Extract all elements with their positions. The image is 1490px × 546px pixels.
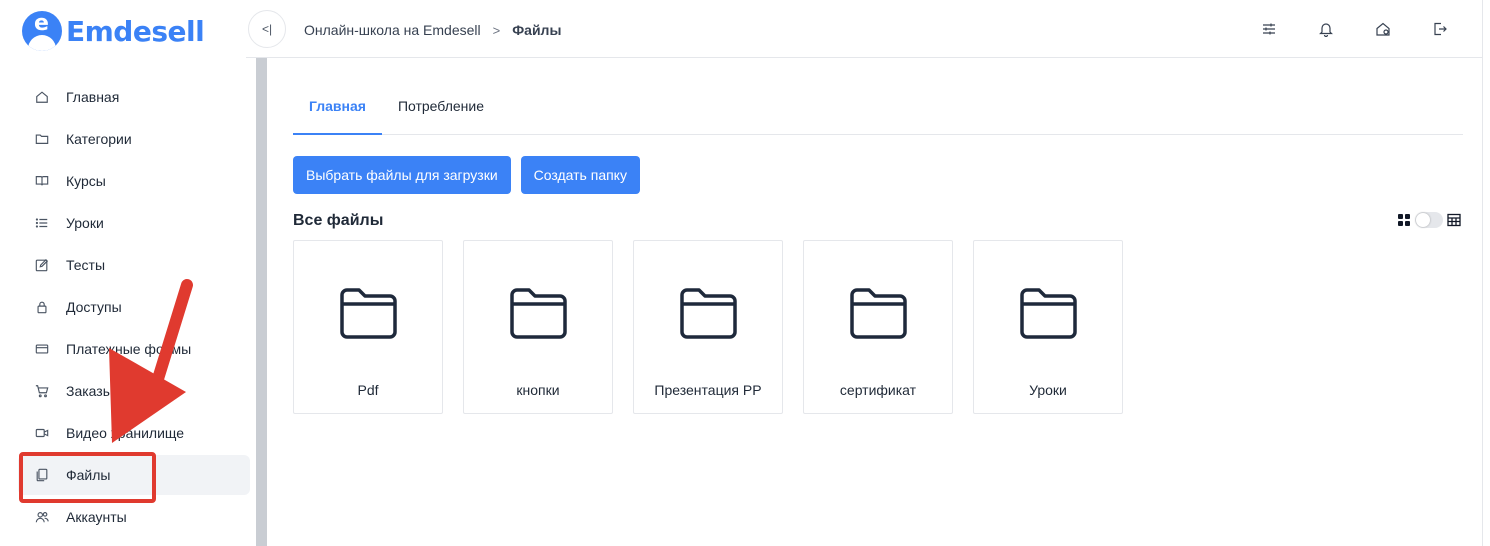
sidebar-item-label: Категории — [66, 131, 132, 147]
sidebar-nav: Главная Категории Курсы Уроки Тесты Дост… — [18, 77, 250, 539]
sidebar-item-accounts[interactable]: Аккаунты — [18, 497, 250, 537]
table-view-icon[interactable] — [1447, 213, 1461, 227]
folders-grid: Pdf кнопки Презентация PP сертификат Уро… — [293, 240, 1143, 414]
folder-icon — [680, 288, 737, 339]
sidebar-item-label: Главная — [66, 89, 120, 105]
sidebar-item-label: Тесты — [66, 257, 106, 273]
folder-icon — [1020, 288, 1077, 339]
sidebar-item-label: Платежные формы — [66, 341, 192, 357]
sidebar-item-access[interactable]: Доступы — [18, 287, 250, 327]
list-icon — [35, 216, 49, 230]
sidebar-item-orders[interactable]: Заказы — [18, 371, 250, 411]
header-actions — [1222, 19, 1450, 39]
sidebar-item-video-storage[interactable]: Видео хранилище — [18, 413, 250, 453]
book-icon — [35, 174, 49, 188]
logo-text: Emdesell — [66, 14, 205, 48]
folder-icon — [340, 288, 397, 339]
folder-name: Презентация PP — [654, 382, 762, 398]
sidebar-item-home[interactable]: Главная — [18, 77, 250, 117]
breadcrumb-current: Файлы — [512, 22, 562, 38]
sidebar-item-label: Курсы — [66, 173, 106, 189]
logo[interactable]: e Emdesell — [22, 10, 205, 52]
sidebar-item-categories[interactable]: Категории — [18, 119, 250, 159]
sidebar-item-label: Файлы — [66, 467, 111, 483]
folder-card[interactable]: кнопки — [463, 240, 613, 414]
sidebar-item-tests[interactable]: Тесты — [18, 245, 250, 285]
logo-mark-icon: e — [22, 11, 62, 51]
folder-icon — [850, 288, 907, 339]
edit-icon — [35, 258, 49, 272]
tab-consumption[interactable]: Потребление — [382, 82, 500, 135]
sidebar-item-courses[interactable]: Курсы — [18, 161, 250, 201]
folder-card[interactable]: Pdf — [293, 240, 443, 414]
breadcrumb-link-school[interactable]: Онлайн-школа на Emdesell — [304, 22, 481, 38]
sidebar-item-lessons[interactable]: Уроки — [18, 203, 250, 243]
top-header: <| Онлайн-школа на Emdesell > Файлы — [246, 0, 1490, 58]
window-right-edge — [1482, 0, 1490, 546]
folder-card[interactable]: Уроки — [973, 240, 1123, 414]
grid-view-icon[interactable] — [1397, 213, 1411, 227]
users-icon — [35, 510, 49, 524]
collapse-icon: <| — [261, 22, 273, 36]
sidebar-item-label: Доступы — [66, 299, 122, 315]
view-toggle — [1397, 212, 1461, 228]
home-icon — [35, 90, 49, 104]
breadcrumb-separator: > — [492, 22, 501, 38]
folder-card[interactable]: сертификат — [803, 240, 953, 414]
folder-name: кнопки — [516, 382, 560, 398]
view-switch[interactable] — [1415, 212, 1443, 228]
upload-files-button[interactable]: Выбрать файлы для загрузки — [293, 156, 511, 194]
logout-icon[interactable] — [1430, 19, 1450, 39]
sidebar-item-payment-forms[interactable]: Платежные формы — [18, 329, 250, 369]
logo-letter: e — [34, 11, 49, 36]
video-icon — [35, 426, 49, 440]
tabs: Главная Потребление — [293, 82, 1463, 135]
collapse-sidebar-button[interactable]: <| — [248, 10, 286, 48]
lock-icon — [35, 300, 49, 314]
sidebar-item-label: Заказы — [66, 383, 113, 399]
tab-main[interactable]: Главная — [293, 82, 382, 135]
main-content: Главная Потребление Выбрать файлы для за… — [267, 58, 1482, 546]
sidebar-item-label: Аккаунты — [66, 509, 127, 525]
section-title: Все файлы — [293, 212, 384, 229]
home-settings-icon[interactable] — [1373, 19, 1393, 39]
folder-name: Уроки — [1029, 382, 1067, 398]
sidebar-item-files[interactable]: Файлы — [18, 455, 250, 495]
sidebar: e Emdesell Главная Категории Курсы Уроки… — [8, 0, 256, 546]
create-folder-button[interactable]: Создать папку — [520, 156, 640, 194]
sidebar-item-label: Уроки — [66, 215, 104, 231]
folder-icon — [35, 132, 49, 146]
actions-bar: Выбрать файлы для загрузки Создать папку — [293, 156, 650, 194]
folder-icon — [510, 288, 567, 339]
folder-card[interactable]: Презентация PP — [633, 240, 783, 414]
folder-name: сертификат — [839, 382, 917, 398]
bell-icon[interactable] — [1316, 19, 1336, 39]
breadcrumb: Онлайн-школа на Emdesell > Файлы — [304, 22, 561, 38]
cart-icon — [35, 384, 49, 398]
sidebar-item-label: Видео хранилище — [66, 425, 185, 441]
files-icon — [35, 468, 49, 482]
sidebar-scrollbar[interactable] — [256, 58, 267, 546]
credit-card-icon — [35, 342, 49, 356]
folder-name: Pdf — [357, 382, 379, 398]
sliders-icon[interactable] — [1259, 19, 1279, 39]
